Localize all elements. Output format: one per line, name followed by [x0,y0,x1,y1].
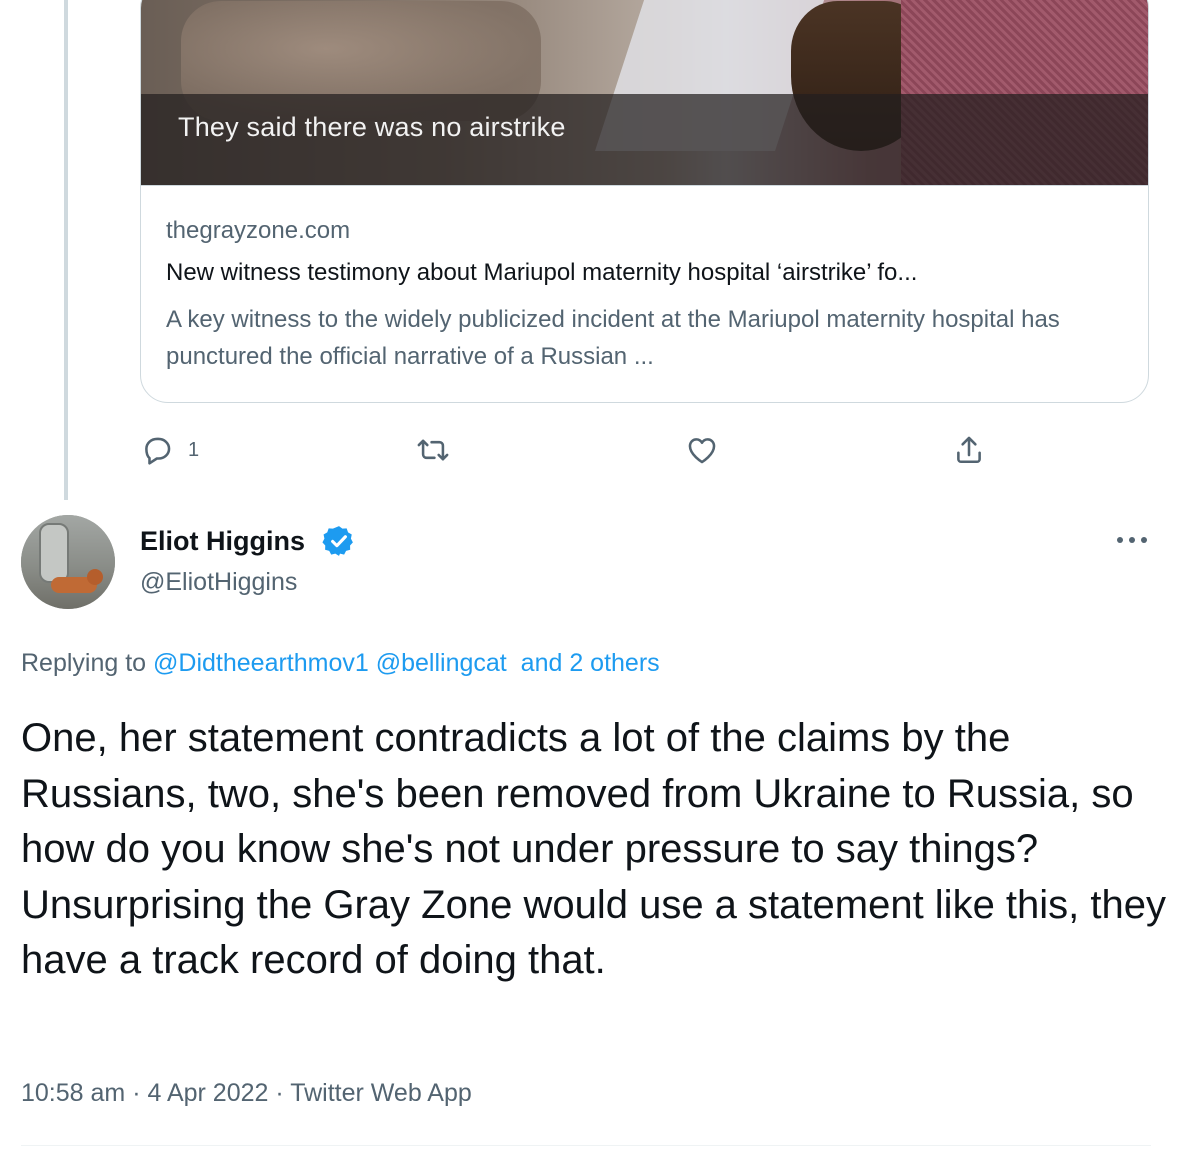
share-icon [957,436,981,464]
reply-count: 1 [188,438,200,461]
retweet-button[interactable] [416,428,450,472]
meta-separator: · [275,1079,284,1107]
tweet-date[interactable]: 4 Apr 2022 [147,1079,268,1107]
avatar[interactable] [21,515,115,609]
replying-to-user-1[interactable]: @Didtheearthmov1 [153,649,369,677]
reply-icon [145,437,171,465]
reply-button[interactable]: 1 [140,428,199,472]
replying-to-user-2[interactable]: @bellingcat [376,649,507,677]
heart-icon [688,438,716,464]
tweet-time[interactable]: 10:58 am [21,1079,125,1107]
image-caption-text: They said there was no airstrike [178,112,566,142]
card-title: New witness testimony about Mariupol mat… [166,259,918,286]
like-button[interactable] [685,428,719,472]
share-button[interactable] [952,428,986,472]
thread-connector-line [64,0,68,500]
bottom-divider [21,1145,1151,1146]
more-options-icon[interactable] [1112,528,1152,552]
verified-badge-icon [322,526,353,556]
card-domain: thegrayzone.com [166,217,351,244]
link-preview-card[interactable]: They said there was no airstrike thegray… [140,0,1149,403]
tweet-source[interactable]: Twitter Web App [290,1079,472,1107]
tweet-metadata: 10:58 am · 4 Apr 2022 · Twitter Web App [21,1079,472,1108]
parent-tweet-actions: 1 [140,428,1140,472]
author-handle[interactable]: @EliotHiggins [140,568,297,597]
card-description: A key witness to the widely publicized i… [166,306,1060,370]
tweet-thread-view: They said there was no airstrike thegray… [0,0,1192,1150]
replying-to-label: Replying to [21,649,147,677]
card-divider [141,185,1148,186]
replying-to-line: Replying to @Didtheearthmov1 @bellingcat… [21,649,660,678]
tweet-body-text: One, her statement contradicts a lot of … [21,716,1166,982]
replying-to-others-link[interactable]: and 2 others [521,649,660,677]
author-name[interactable]: Eliot Higgins [140,526,305,557]
retweet-icon [417,439,449,461]
card-thumbnail-image[interactable]: They said there was no airstrike [141,0,1148,186]
meta-separator: · [132,1079,141,1107]
